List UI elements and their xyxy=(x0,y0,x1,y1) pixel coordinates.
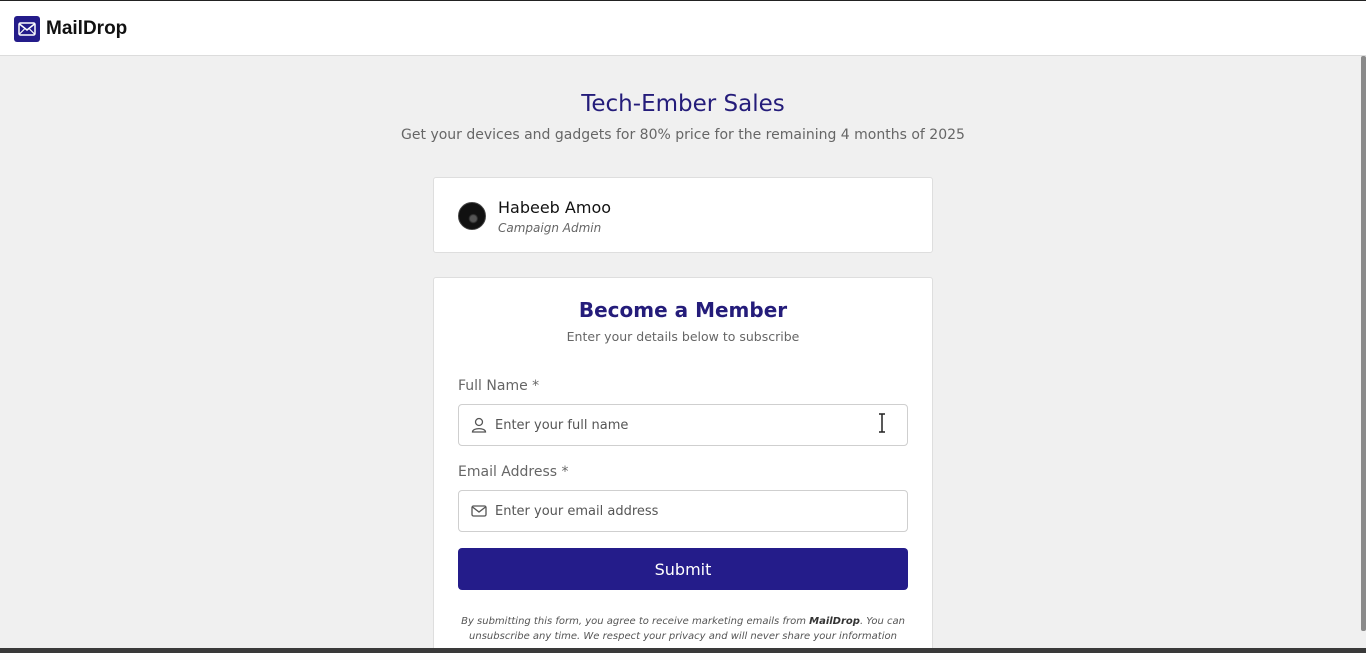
top-navbar: MailDrop xyxy=(0,0,1366,56)
disclaimer-brand: MailDrop xyxy=(809,616,860,627)
email-label: Email Address * xyxy=(458,464,569,480)
brand-logo[interactable]: MailDrop xyxy=(14,16,127,42)
email-field[interactable] xyxy=(458,490,908,532)
avatar xyxy=(458,202,486,230)
subscribe-form: Become a Member Enter your details below… xyxy=(433,277,933,653)
fullname-label: Full Name * xyxy=(458,378,540,394)
user-icon xyxy=(470,416,488,434)
text-cursor-icon xyxy=(877,413,887,433)
envelope-icon xyxy=(14,16,40,42)
admin-card: Habeeb Amoo Campaign Admin xyxy=(433,177,933,253)
disclaimer-text: By submitting this form, you agree to re… xyxy=(461,616,810,627)
page-scrollbar[interactable] xyxy=(1360,56,1366,648)
campaign-subtitle: Get your devices and gadgets for 80% pri… xyxy=(401,127,965,143)
disclaimer: By submitting this form, you agree to re… xyxy=(454,614,912,644)
mail-icon xyxy=(470,502,488,520)
admin-role: Campaign Admin xyxy=(498,221,602,235)
form-subtitle: Enter your details below to subscribe xyxy=(566,329,800,344)
submit-button[interactable]: Submit xyxy=(458,548,908,590)
admin-name: Habeeb Amoo xyxy=(498,198,612,217)
brand-name: MailDrop xyxy=(46,18,128,39)
campaign-title: Tech-Ember Sales xyxy=(581,91,785,117)
fullname-field[interactable] xyxy=(458,404,908,446)
form-title: Become a Member xyxy=(578,298,788,322)
email-input[interactable] xyxy=(495,491,895,531)
bottom-edge xyxy=(0,648,1366,653)
fullname-input[interactable] xyxy=(495,405,895,445)
